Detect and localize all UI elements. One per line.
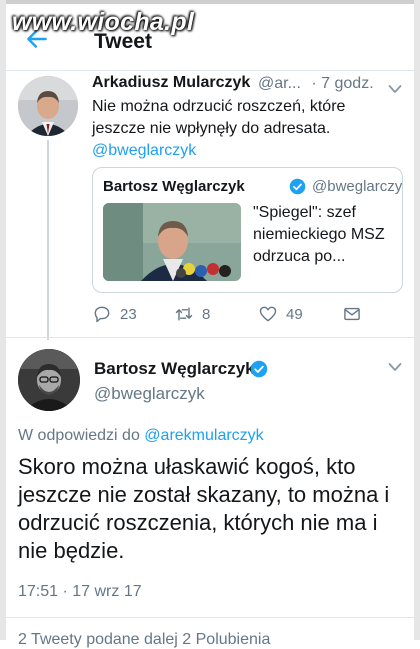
tweet-text: Nie można odrzucić roszczeń, które jeszc…: [92, 96, 392, 162]
verified-badge-icon: [250, 360, 268, 378]
quoted-thumbnail: [103, 203, 241, 281]
direct-message-button[interactable]: [342, 302, 370, 326]
heart-icon: [259, 306, 277, 322]
tweet-time: · 7 godz.: [311, 75, 374, 92]
reply-icon: [94, 306, 110, 323]
avatar[interactable]: [18, 76, 78, 136]
author-handle: @ar...: [258, 75, 301, 92]
reply-count: 23: [120, 305, 137, 323]
reply-prefix: W odpowiedzi do: [18, 427, 140, 444]
reply-context: W odpowiedzi do @arekmularczyk: [18, 427, 264, 445]
quoted-author-name: Bartosz Węglarczyk: [103, 178, 245, 195]
envelope-icon: [344, 307, 360, 321]
quoted-text: "Spiegel": szef niemieckiego MSZ odrzuca…: [253, 204, 385, 265]
engagement-stats[interactable]: 2 Tweety podane dalej 2 Polubienia: [18, 631, 270, 649]
avatar[interactable]: [18, 349, 80, 411]
author-name[interactable]: Bartosz Węglarczyk: [94, 359, 255, 379]
tweet-body: Nie można odrzucić roszczeń, które jeszc…: [92, 98, 346, 137]
frame-right-border: [414, 0, 420, 640]
like-count: 49: [286, 305, 303, 323]
stats-divider: [6, 617, 414, 618]
verified-badge-icon: [289, 178, 306, 195]
chevron-down-icon[interactable]: [388, 84, 402, 94]
mention-link[interactable]: @arekmularczyk: [144, 427, 263, 444]
reply-button[interactable]: 23: [92, 302, 137, 326]
like-button[interactable]: 49: [258, 302, 303, 326]
quoted-tweet-card[interactable]: Bartosz Węglarczyk @bweglarczyk "Spiegel…: [92, 167, 403, 293]
author-handle[interactable]: @bweglarczyk: [94, 384, 205, 404]
tweet-actions: 23 8 49: [92, 302, 392, 326]
quoted-author-handle: @bweglarczyk: [312, 178, 403, 195]
tweet-text: Skoro można ułaskawić kogoś, kto jeszcze…: [18, 454, 390, 563]
author-handle-time[interactable]: @ar... · 7 godz.: [258, 75, 374, 93]
retweet-count: 8: [202, 305, 211, 323]
retweet-button[interactable]: 8: [174, 302, 210, 326]
mention-link[interactable]: @bweglarczyk: [92, 142, 196, 159]
author-name[interactable]: Arkadiusz Mularczyk: [92, 74, 250, 92]
avatar-image: [18, 76, 78, 136]
site-watermark: www.wiocha.pl: [12, 8, 195, 36]
frame-left-border: [0, 0, 6, 640]
retweet-icon: [175, 307, 193, 321]
thread-connector-line: [47, 140, 49, 340]
tweet-divider: [6, 337, 414, 338]
chevron-down-icon[interactable]: [388, 362, 402, 372]
tweet-timestamp: 17:51 · 17 wrz 17: [18, 583, 142, 600]
avatar-image: [18, 349, 80, 411]
